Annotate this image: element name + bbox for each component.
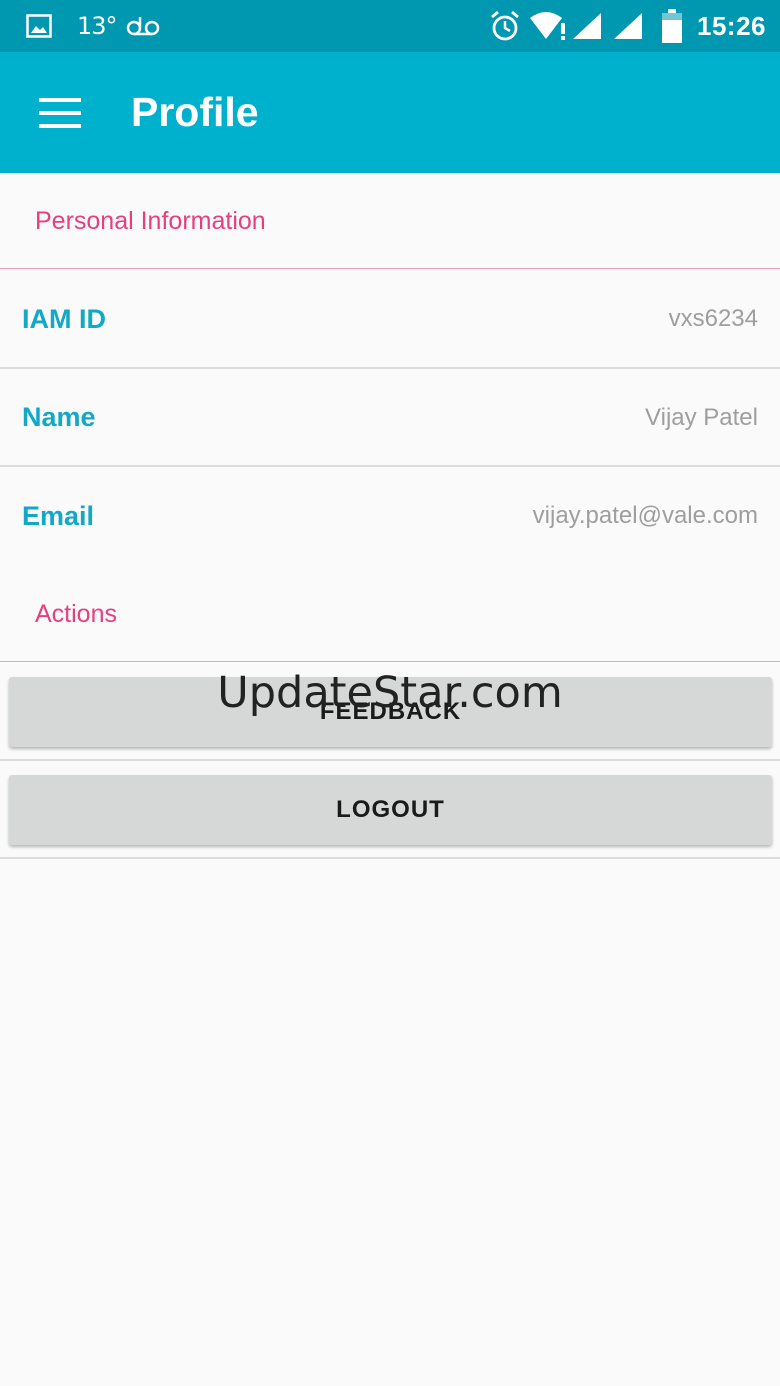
field-label-name: Name [22, 402, 96, 432]
image-icon [26, 0, 52, 52]
temperature-readout: 13° [77, 12, 118, 40]
status-bar: 13° 15:26 [0, 0, 780, 52]
voicemail-icon [126, 0, 160, 52]
app-bar: Profile [0, 52, 780, 173]
battery-icon [661, 0, 683, 52]
field-row-name: Name Vijay Patel [0, 369, 780, 466]
wifi-alert-icon [529, 0, 567, 52]
section-header-actions: Actions [35, 599, 117, 628]
field-row-email: Email vijay.patel@vale.com [0, 467, 780, 565]
alarm-icon [489, 0, 521, 52]
field-value-name: Vijay Patel [645, 403, 758, 431]
field-value-iam-id: vxs6234 [668, 305, 758, 332]
section-divider [0, 268, 780, 269]
field-value-email: vijay.patel@vale.com [532, 502, 758, 529]
row-divider [0, 759, 780, 761]
page-title: Profile [131, 89, 259, 135]
hamburger-menu-icon[interactable] [24, 77, 96, 149]
logout-button[interactable]: LOGOUT [9, 775, 772, 845]
signal-icon [612, 0, 644, 52]
section-divider [0, 661, 780, 662]
status-clock: 15:26 [697, 10, 766, 41]
feedback-button[interactable]: FEEDBACK [9, 677, 772, 747]
field-row-iam-id: IAM ID vxs6234 [0, 270, 780, 368]
profile-screen: 13° 15:26 Profile Personal Information I… [0, 0, 780, 1386]
signal-icon [571, 0, 603, 52]
section-header-personal-information: Personal Information [35, 206, 266, 235]
field-label-iam-id: IAM ID [22, 303, 106, 334]
field-label-email: Email [22, 500, 95, 531]
row-divider [0, 857, 780, 859]
